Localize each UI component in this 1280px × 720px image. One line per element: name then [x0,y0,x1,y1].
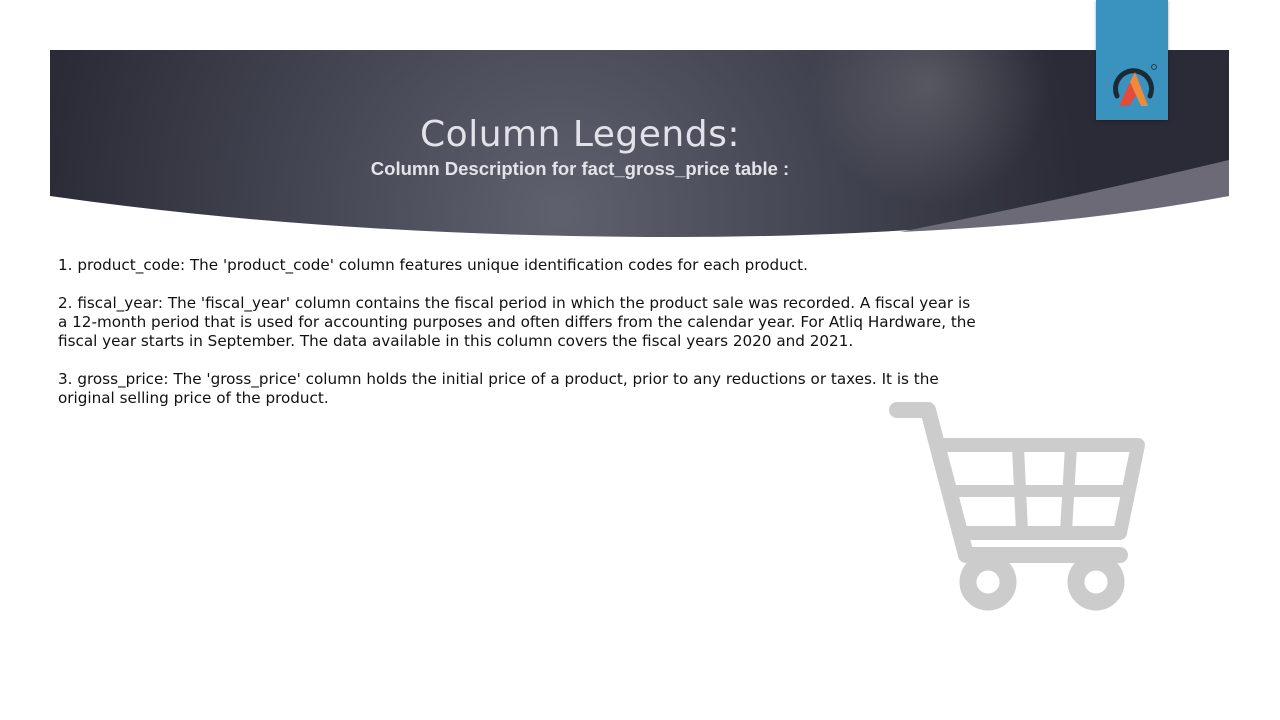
description-product-code: 1. product_code: The 'product_code' colu… [58,256,808,274]
slide-subtitle: Column Description for fact_gross_price … [370,158,790,179]
description-gross-price: 3. gross_price: The 'gross_price' column… [58,370,939,407]
shopping-cart-icon [889,402,1145,611]
slide-title: Column Legends: [420,114,740,155]
atliq-logo-icon [1113,64,1157,106]
title-block: Column Legends: Column Description for f… [180,112,980,180]
logo-tab [1096,0,1168,120]
column-descriptions: 1. product_code: The 'product_code' colu… [58,256,978,427]
description-fiscal-year: 2. fiscal_year: The 'fiscal_year' column… [58,294,976,350]
slide: Column Legends: Column Description for f… [0,0,1280,720]
